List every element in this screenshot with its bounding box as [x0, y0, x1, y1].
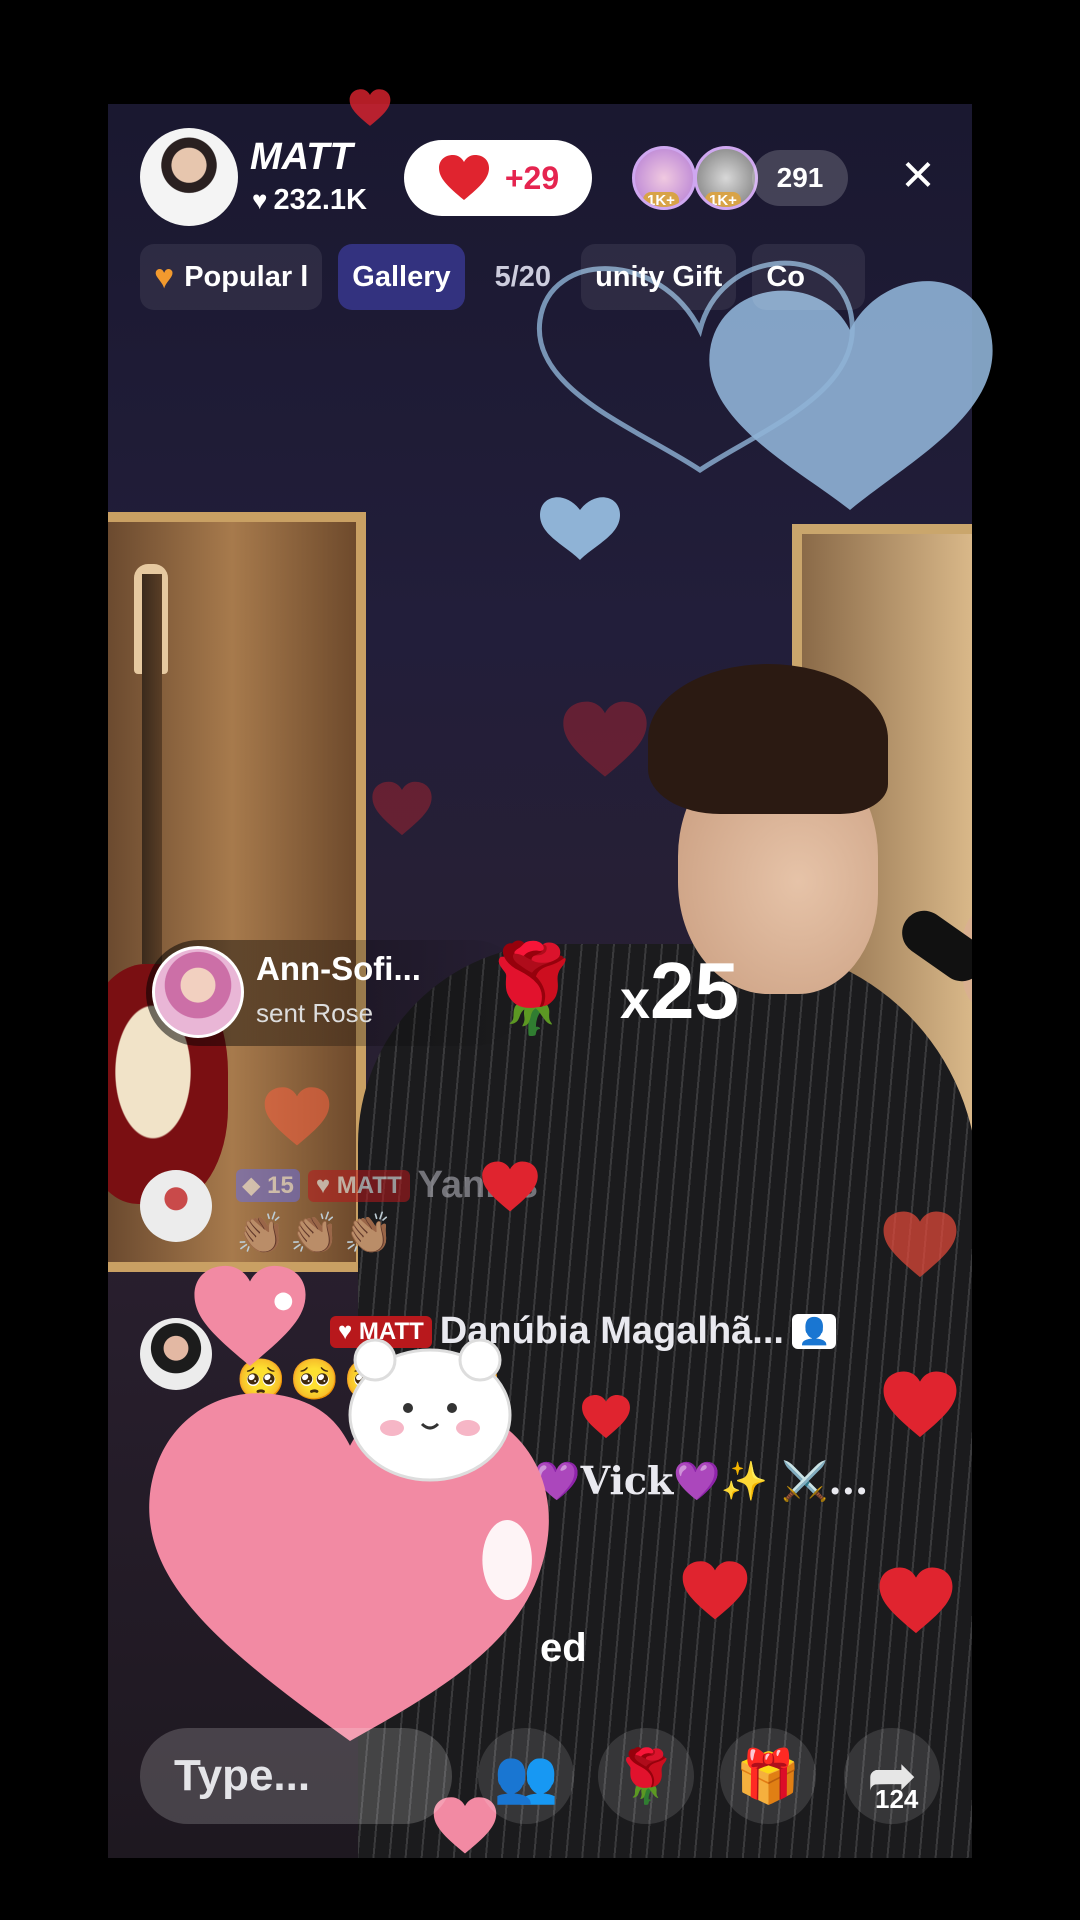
floating-heart-icon — [582, 1394, 630, 1439]
floating-heart-icon — [264, 1087, 330, 1146]
pink-heart-icon — [194, 1265, 306, 1366]
tab-label: Gallery — [352, 260, 451, 293]
likes-delta: +29 — [504, 159, 560, 196]
bear-sticker — [348, 1338, 512, 1482]
rose-gift-button[interactable]: 🌹 — [598, 1728, 694, 1824]
fan-club-name: MATT — [336, 1171, 402, 1199]
host-name[interactable]: MATT — [250, 136, 353, 179]
floating-heart-icon — [349, 89, 391, 126]
floating-heart-icon — [883, 1371, 957, 1438]
combo-prefix: x — [620, 970, 651, 1030]
floating-heart-icon — [682, 1561, 748, 1620]
host-likes-count: 232.1K — [273, 184, 367, 216]
viewer-badge: 1K+ — [705, 192, 741, 207]
chat-text: 👏🏽👏🏽👏🏽 — [236, 1212, 398, 1256]
floating-heart-icon — [482, 1161, 538, 1212]
tab-popular[interactable]: ♥ Popular l — [140, 244, 323, 310]
gift-action: sent Rose — [256, 998, 374, 1028]
tab-label: 5/20 — [494, 260, 552, 293]
tab-gallery[interactable]: Gallery — [338, 244, 465, 310]
guitar-neck — [142, 574, 162, 964]
floating-heart-icon — [372, 781, 432, 836]
heart-icon: ♥ — [252, 185, 268, 215]
tab-label: Co — [766, 260, 805, 293]
heart-icon — [438, 155, 489, 200]
host-likes: ♥ 232.1K — [252, 184, 367, 217]
combo-count: 25 — [650, 946, 740, 1035]
tab-community-gift[interactable]: unity Gift — [581, 244, 737, 310]
close-icon[interactable]: × — [888, 146, 948, 206]
floating-heart-icon — [883, 1211, 957, 1278]
people-icon: 👥 — [493, 1747, 559, 1806]
gift-combo: x25 — [620, 945, 739, 1037]
host-avatar[interactable] — [140, 128, 238, 226]
live-tabs: ♥ Popular l Gallery 5/20 unity Gift Co — [140, 244, 865, 310]
gift-sender-name[interactable]: Ann-Sofi... — [256, 950, 421, 988]
fan-club-badge: ♥ MATT — [307, 1169, 410, 1202]
tab-label: unity Gift — [595, 260, 723, 293]
share-count: 124 — [875, 1784, 919, 1814]
level-value: 15 — [267, 1172, 294, 1199]
rose-icon: 🌹 — [613, 1747, 679, 1806]
viewer-count[interactable]: 291 — [752, 150, 848, 206]
top-viewer-avatar-2[interactable]: 1K+ — [694, 146, 758, 210]
likes-pill[interactable]: +29 — [404, 140, 592, 216]
top-viewer-avatar-1[interactable]: 1K+ — [632, 146, 696, 210]
level-badge: ◆ 15 — [236, 1169, 300, 1202]
gift-sender-avatar[interactable] — [152, 946, 244, 1038]
gallery-progress: 5/20 — [481, 244, 565, 310]
comment-input[interactable]: Type... — [140, 1728, 452, 1824]
rose-icon: 🌹 — [478, 941, 586, 1037]
chat-avatar[interactable] — [140, 1170, 212, 1242]
person-icon: 👤 — [791, 1314, 837, 1349]
singer-hair — [648, 664, 888, 814]
gift-icon: 🎁 — [735, 1747, 801, 1806]
multi-guest-button[interactable]: 👥 — [478, 1728, 574, 1824]
viewer-badge: 1K+ — [643, 192, 679, 207]
tab-more[interactable]: Co — [752, 244, 865, 310]
floating-heart-icon — [563, 701, 647, 777]
comment-placeholder: Type... — [174, 1751, 311, 1800]
heart-icon: ♥ — [154, 257, 175, 296]
floating-heart-icon — [879, 1567, 953, 1634]
tab-label: Popular l — [184, 260, 309, 293]
gift-button[interactable]: 🎁 — [720, 1728, 816, 1824]
